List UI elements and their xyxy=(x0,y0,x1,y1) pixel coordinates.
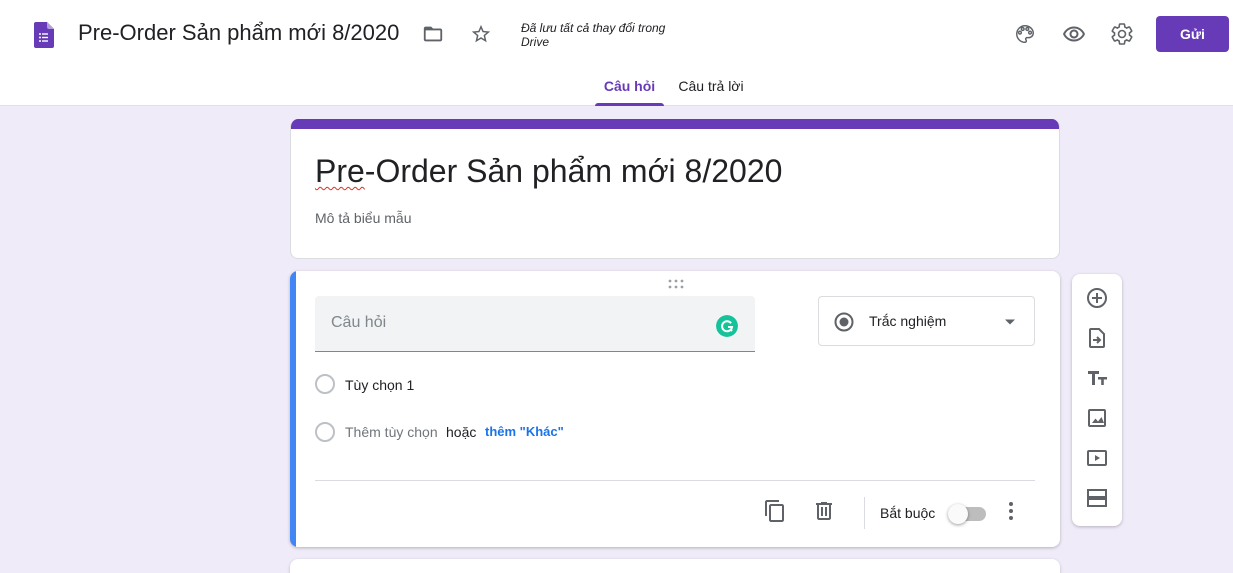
form-description-field[interactable]: Mô tả biểu mẫu xyxy=(315,210,412,226)
title-card-accent-bar xyxy=(291,119,1059,129)
send-button[interactable]: Gửi xyxy=(1156,16,1229,52)
option-radio xyxy=(315,374,335,394)
required-toggle-thumb[interactable] xyxy=(948,504,968,524)
add-video-icon[interactable] xyxy=(1081,442,1113,474)
drag-handle-icon[interactable] xyxy=(668,279,684,289)
active-question-indicator xyxy=(290,271,296,547)
form-title[interactable]: Pre-Order Sản phẩm mới 8/2020 xyxy=(315,153,782,190)
question-card[interactable]: Câu hỏi Trắc nghiệm Tùy chọn 1 Thêm tùy … xyxy=(290,271,1060,547)
palette-icon[interactable] xyxy=(1009,18,1041,50)
radio-button-icon xyxy=(834,312,854,332)
folder-icon[interactable] xyxy=(417,18,449,50)
footer-vertical-divider xyxy=(864,497,865,529)
add-image-icon[interactable] xyxy=(1081,402,1113,434)
import-questions-icon[interactable] xyxy=(1081,322,1113,354)
form-title-rest: -Order Sản phẩm mới 8/2020 xyxy=(364,153,783,189)
duplicate-icon[interactable] xyxy=(759,495,791,527)
side-toolbar xyxy=(1072,274,1122,526)
tab-responses[interactable]: Câu trả lời xyxy=(670,78,752,106)
question-type-dropdown[interactable]: Trắc nghiệm xyxy=(818,296,1035,346)
tab-questions[interactable]: Câu hỏi xyxy=(595,78,664,106)
or-text: hoặc xyxy=(446,424,477,440)
save-status-text: Đã lưu tất cả thay đổi trong Drive xyxy=(521,21,666,49)
add-other-link[interactable]: thêm "Khác" xyxy=(485,424,564,439)
trash-icon[interactable] xyxy=(808,495,840,527)
app-header: Pre-Order Sản phẩm mới 8/2020 Đã lưu tất… xyxy=(0,0,1233,106)
question-type-label: Trắc nghiệm xyxy=(869,313,947,329)
question-title-input[interactable]: Câu hỏi xyxy=(315,296,755,352)
document-title[interactable]: Pre-Order Sản phẩm mới 8/2020 xyxy=(78,20,399,46)
add-option-radio xyxy=(315,422,335,442)
add-title-icon[interactable] xyxy=(1081,362,1113,394)
required-label: Bắt buộc xyxy=(880,505,936,521)
next-question-card[interactable] xyxy=(290,559,1060,573)
footer-divider xyxy=(315,480,1035,481)
question-placeholder: Câu hỏi xyxy=(331,314,387,331)
form-title-card: Pre-Order Sản phẩm mới 8/2020 Mô tả biểu… xyxy=(290,119,1060,259)
gear-icon[interactable] xyxy=(1106,18,1138,50)
star-icon[interactable] xyxy=(465,18,497,50)
add-option-link[interactable]: Thêm tùy chọn xyxy=(345,424,438,440)
forms-logo-icon[interactable] xyxy=(34,22,54,48)
add-section-icon[interactable] xyxy=(1081,482,1113,514)
chevron-down-icon xyxy=(1005,319,1015,325)
eye-icon[interactable] xyxy=(1058,18,1090,50)
option-label[interactable]: Tùy chọn 1 xyxy=(345,377,414,393)
more-options-icon[interactable] xyxy=(995,495,1027,527)
grammarly-icon[interactable] xyxy=(716,315,738,337)
add-question-icon[interactable] xyxy=(1081,282,1113,314)
form-title-spellcheck-word: Pre xyxy=(315,153,365,189)
